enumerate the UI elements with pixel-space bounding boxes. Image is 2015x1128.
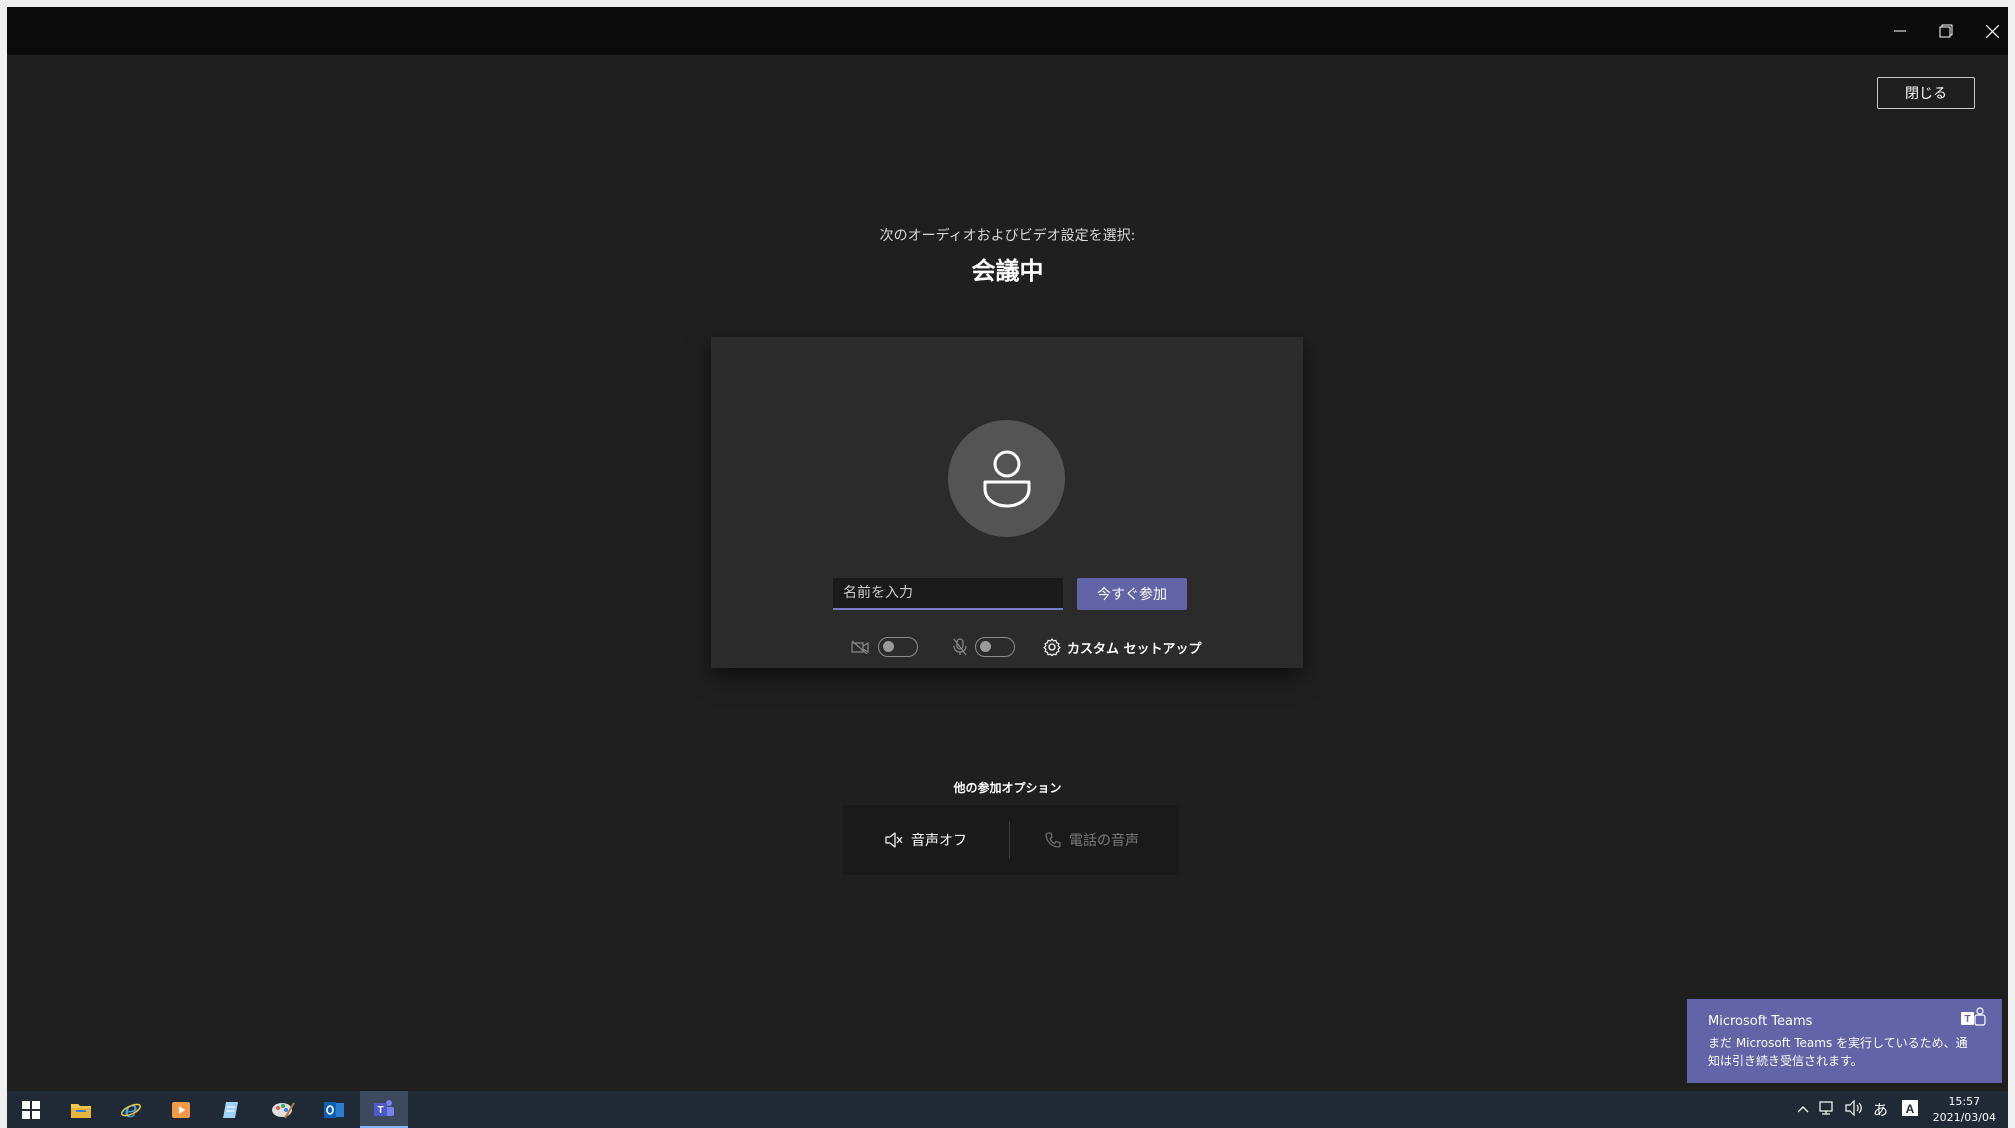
- window-close-button[interactable]: [1969, 7, 2015, 55]
- taskbar-teams[interactable]: T: [360, 1091, 408, 1128]
- close-icon: [1985, 24, 1999, 38]
- camera-toggle[interactable]: [878, 637, 918, 657]
- media-player-icon: [172, 1101, 190, 1118]
- clock-date: 2021/03/04: [1932, 1111, 1996, 1124]
- custom-setup-label: カスタム セットアップ: [1067, 641, 1202, 657]
- svg-text:A: A: [1906, 1102, 1915, 1116]
- audio-off-option[interactable]: 音声オフ: [885, 805, 967, 875]
- outlook-icon: [324, 1101, 344, 1118]
- meeting-title: 会議中: [971, 257, 1044, 285]
- toggle-knob: [883, 641, 894, 652]
- keyboard-layout-icon[interactable]: A: [1902, 1099, 1919, 1120]
- toggle-knob: [980, 641, 991, 652]
- teams-window: 閉じる 次のオーディオおよびビデオ設定を選択: 会議中 今すぐ参加: [7, 7, 2008, 1091]
- windows-start-icon: [22, 1100, 40, 1119]
- other-join-options: 音声オフ 電話の音声: [843, 805, 1179, 875]
- title-bar: [7, 7, 2008, 55]
- taskbar-outlook[interactable]: [310, 1091, 358, 1128]
- name-input[interactable]: [833, 578, 1063, 610]
- restore-icon: [1939, 24, 1953, 38]
- network-icon[interactable]: [1819, 1100, 1837, 1120]
- toast-title: Microsoft Teams: [1708, 1014, 1813, 1029]
- toast-body: まだ Microsoft Teams を実行しているため、通知は引き続き受信され…: [1708, 1036, 1968, 1068]
- phone-audio-label: 電話の音声: [1069, 833, 1139, 849]
- windows-start-button[interactable]: [7, 1091, 55, 1128]
- join-now-button[interactable]: 今すぐ参加: [1077, 578, 1187, 610]
- volume-icon[interactable]: [1845, 1099, 1863, 1120]
- teams-icon: T: [374, 1099, 394, 1116]
- notes-icon: [223, 1101, 238, 1118]
- internet-explorer-icon: e: [121, 1099, 141, 1121]
- taskbar-media-player[interactable]: [157, 1091, 205, 1128]
- svg-text:T: T: [377, 1105, 383, 1116]
- clock-time: 15:57: [1948, 1095, 1981, 1108]
- gear-icon: [1043, 638, 1061, 656]
- paint-icon: [272, 1101, 295, 1119]
- mic-off-icon: [951, 638, 969, 656]
- system-tray: あ A: [1797, 1091, 1919, 1128]
- settings-subtitle: 次のオーディオおよびビデオ設定を選択:: [879, 228, 1136, 244]
- audio-off-label: 音声オフ: [911, 833, 967, 849]
- mic-toggle[interactable]: [975, 637, 1015, 657]
- taskbar-notes[interactable]: [207, 1091, 255, 1128]
- teams-logo-icon: T: [1960, 1007, 1988, 1033]
- divider: [1009, 821, 1010, 859]
- other-join-options-label: 他の参加オプション: [953, 781, 1062, 795]
- person-icon: [983, 450, 1030, 507]
- taskbar-internet-explorer[interactable]: e: [107, 1091, 155, 1128]
- taskbar: e T あ A 15:57 2021/03/04: [7, 1091, 2008, 1128]
- phone-icon: [1045, 832, 1061, 848]
- camera-off-icon: [851, 638, 869, 656]
- file-explorer-icon: [71, 1103, 91, 1118]
- phone-audio-option[interactable]: 電話の音声: [1045, 805, 1139, 875]
- taskbar-paint[interactable]: [259, 1091, 307, 1128]
- speaker-off-icon: [885, 832, 903, 848]
- svg-text:T: T: [1964, 1014, 1970, 1025]
- restore-button[interactable]: [1923, 7, 1969, 55]
- chevron-up-icon[interactable]: [1797, 1102, 1809, 1117]
- taskbar-file-explorer[interactable]: [57, 1091, 105, 1128]
- avatar: [948, 420, 1065, 537]
- taskbar-clock[interactable]: 15:57 2021/03/04: [1933, 1094, 1996, 1126]
- svg-text:e: e: [124, 1099, 137, 1121]
- prejoin-card: 今すぐ参加 カスタ: [711, 337, 1303, 668]
- minimize-button[interactable]: [1877, 7, 1923, 55]
- close-button[interactable]: 閉じる: [1877, 77, 1975, 109]
- custom-setup-button[interactable]: カスタム セットアップ: [1043, 637, 1202, 657]
- notification-toast[interactable]: Microsoft Teams まだ Microsoft Teams を実行して…: [1687, 999, 2002, 1083]
- ime-indicator[interactable]: あ: [1873, 1099, 1888, 1120]
- minimize-icon: [1894, 30, 1906, 32]
